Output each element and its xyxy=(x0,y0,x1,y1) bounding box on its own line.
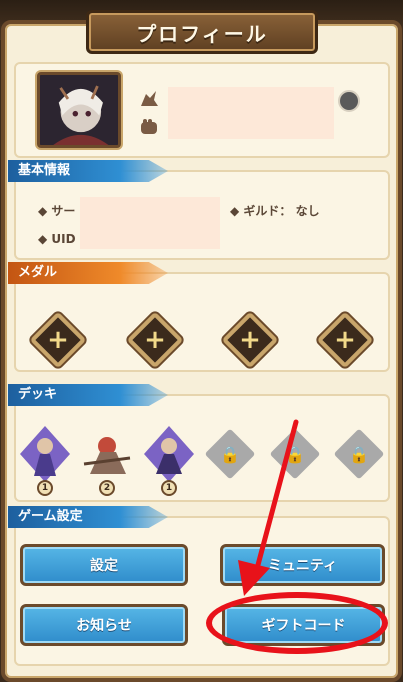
rank-badge: 2 xyxy=(99,480,115,496)
rank-badge: 1 xyxy=(37,480,53,496)
avatar[interactable] xyxy=(37,72,121,148)
character-portrait-icon xyxy=(40,75,118,145)
deck-character-3[interactable] xyxy=(142,424,196,486)
character-silhouette-icon xyxy=(138,88,160,110)
section-basic-info: 基本情報 xyxy=(8,160,168,182)
plus-icon: + xyxy=(334,325,356,355)
section-medal: メダル xyxy=(8,262,168,284)
settings-button[interactable]: 設定 xyxy=(20,544,188,586)
section-deck: デッキ xyxy=(8,384,168,406)
lock-icon: 🔒 xyxy=(285,444,305,464)
section-game-settings: ゲーム設定 xyxy=(8,506,168,528)
plus-icon: + xyxy=(144,325,166,355)
page-title: プロフィール xyxy=(136,21,268,46)
uid-label: ◆ UID xyxy=(38,232,76,246)
fist-icon xyxy=(138,116,160,138)
deck-character-1[interactable] xyxy=(18,424,72,486)
lock-icon: 🔒 xyxy=(220,444,240,464)
edit-icon[interactable] xyxy=(338,90,360,112)
community-button[interactable]: ミュニティ xyxy=(220,544,385,586)
rank-badge: 1 xyxy=(161,480,177,496)
annotation-ellipse xyxy=(206,592,388,654)
plus-icon: + xyxy=(239,325,261,355)
server-label: ◆ サー xyxy=(38,204,76,218)
lock-icon: 🔒 xyxy=(349,444,369,464)
notice-button[interactable]: お知らせ xyxy=(20,604,188,646)
plus-icon: + xyxy=(47,325,69,355)
guild-info: ◆ ギルド： なし xyxy=(230,204,320,218)
redacted-name xyxy=(168,87,334,139)
redacted-server-uid xyxy=(80,197,220,249)
deck-character-2[interactable] xyxy=(80,424,134,486)
title-plate: プロフィール xyxy=(86,10,318,54)
